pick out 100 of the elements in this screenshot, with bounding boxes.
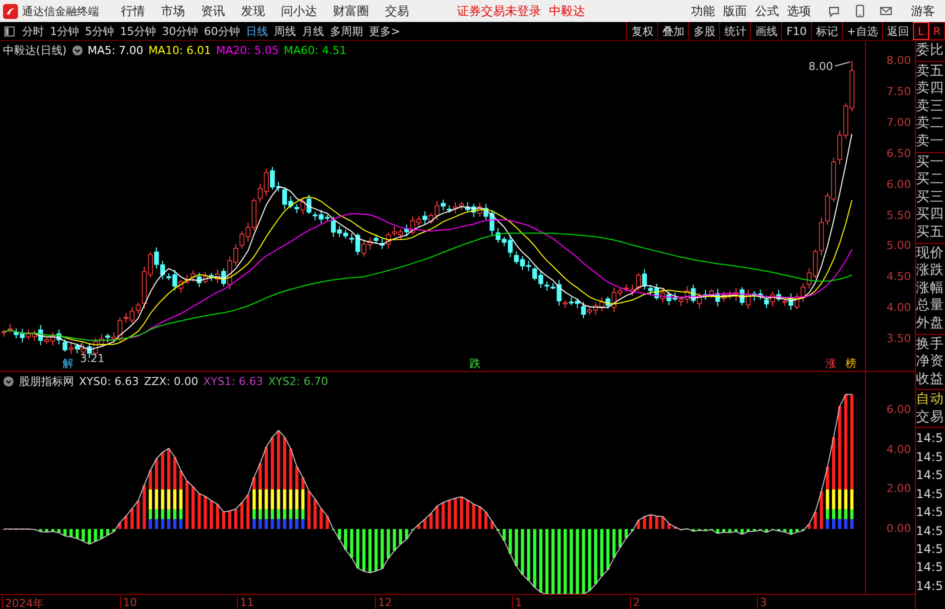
quote-field-label: 外盘 [916, 314, 945, 332]
ma-value: MA20: 5.05 [216, 44, 279, 57]
quote-field-label: 买三 [916, 188, 945, 206]
axis-label: 6.00 [886, 178, 911, 191]
axis-label: 5.50 [886, 208, 911, 222]
menu-item[interactable]: 财富圈 [325, 2, 377, 20]
axis-label: 4.50 [886, 270, 911, 284]
phone-icon[interactable] [853, 4, 867, 18]
trade-time: 14:5 [916, 448, 944, 466]
quote-field-label: 涨跌 [916, 262, 945, 280]
dropdown-icon[interactable] [3, 376, 14, 387]
indicator-value: XYS1: 6.63 [203, 375, 264, 388]
axis-label: 4.00 [886, 442, 911, 456]
period-tab[interactable]: 15分钟 [117, 24, 159, 38]
period-tab[interactable]: 5分钟 [82, 24, 117, 38]
quote-field-label: 买五 [916, 224, 945, 242]
axis-label: 8.00 [886, 54, 911, 67]
dropdown-icon[interactable] [72, 45, 83, 56]
quote-field-label: 委比 [916, 42, 945, 60]
quote-field-label: 卖二 [916, 115, 945, 133]
indicator-value: XYS0: 6.63 [79, 375, 139, 388]
high-price-callout: 8.00 [808, 60, 850, 73]
trade-time: 14:5 [916, 522, 944, 540]
indicator-value: ZZX: 0.00 [144, 375, 198, 388]
chat-icon[interactable] [827, 4, 841, 18]
quote-field-label: 涨幅 [916, 280, 945, 298]
date-label: 10 [120, 596, 137, 609]
login-status[interactable]: 证券交易未登录 [457, 2, 541, 20]
menu-item[interactable]: 行情 [113, 2, 153, 20]
period-tab[interactable]: 多周期 [327, 24, 366, 38]
app-name: 通达信金融终端 [22, 4, 99, 18]
indicator-name: 股朋指标网 [19, 374, 74, 389]
menu-item[interactable]: 市场 [153, 2, 193, 20]
date-label: 12 [375, 596, 392, 609]
trade-time: 14:5 [916, 578, 944, 595]
quote-field-label: 买二 [916, 171, 945, 189]
side-tab[interactable]: L [913, 22, 929, 40]
axis-label: 4.00 [886, 301, 911, 314]
date-label: 1 [512, 596, 522, 609]
signal-marker: 跌 [470, 357, 480, 370]
axis-label: 7.00 [886, 116, 911, 129]
chart-title: 中毅达(日线) [3, 43, 67, 58]
logo-icon [3, 4, 18, 18]
quote-field-label: 卖五 [916, 62, 945, 80]
period-tab[interactable]: 60分钟 [201, 24, 243, 38]
menu-item[interactable]: 版面 [719, 2, 751, 20]
quote-field-label: 收益 [916, 370, 945, 388]
trade-time: 14:5 [916, 559, 944, 576]
menu-item[interactable]: 选项 [783, 2, 815, 20]
date-label: 11 [237, 596, 254, 609]
menu-item[interactable]: 公式 [751, 2, 783, 20]
date-label: 2 [630, 596, 640, 609]
quote-field-label: 现价 [916, 244, 945, 262]
signal-marker: 解 [62, 357, 74, 370]
axis-label: 3.50 [886, 332, 911, 346]
quote-field-label: 卖一 [916, 132, 945, 151]
signal-marker: 涨 [826, 357, 836, 370]
axis-label: 7.50 [886, 84, 911, 98]
axis-label: 6.50 [886, 146, 911, 160]
menu-item[interactable]: 发现 [233, 2, 273, 20]
quote-field-label: 卖四 [916, 80, 945, 98]
user-label[interactable]: 游客 [911, 2, 935, 20]
axis-label: 0.00 [886, 522, 911, 535]
date-label: 3 [757, 596, 767, 609]
menu-item[interactable]: 交易 [377, 2, 417, 20]
axis-label: 6.00 [886, 403, 911, 416]
panel-toggle-icon[interactable] [4, 26, 15, 36]
quote-field-label: 卖三 [916, 98, 945, 116]
ma-value: MA10: 6.01 [148, 44, 212, 57]
menu-item[interactable]: 资讯 [193, 2, 233, 20]
trade-time: 14:5 [916, 504, 944, 522]
menu-item[interactable]: 问小达 [273, 2, 325, 20]
ma-value: MA60: 4.51 [284, 44, 346, 57]
axis-label: 2.00 [886, 482, 911, 496]
quote-field-label: 换手 [916, 336, 945, 354]
quote-field-label: 买四 [916, 206, 945, 224]
signal-marker: 榜 [846, 357, 856, 370]
quote-field-label: 总量 [916, 297, 945, 315]
period-tab[interactable]: 月线 [299, 24, 327, 38]
period-tab[interactable]: 日线 [243, 24, 271, 38]
quote-field-label: 净资 [916, 353, 945, 371]
menu-item[interactable]: 功能 [687, 2, 719, 20]
mail-icon[interactable] [879, 4, 893, 18]
trade-time: 14:5 [916, 540, 944, 558]
date-label: 2024年 [2, 596, 44, 609]
period-tab[interactable]: 周线 [271, 24, 299, 38]
trade-time: 14:5 [916, 430, 944, 448]
indicator-value: XYS2: 6.70 [268, 375, 328, 388]
stock-name: 中毅达 [549, 2, 585, 20]
period-tab[interactable]: 分时 [19, 24, 47, 38]
period-tab[interactable]: 更多> [366, 24, 404, 38]
quote-field-label: 买一 [916, 154, 945, 172]
trade-tab[interactable]: 交易 [916, 408, 945, 426]
period-tab[interactable]: 1分钟 [47, 24, 82, 38]
auto-trade-tab[interactable]: 自动 [916, 391, 945, 409]
period-tab[interactable]: 30分钟 [159, 24, 201, 38]
trade-time: 14:5 [916, 467, 944, 484]
ma-value: MA5: 7.00 [88, 44, 144, 57]
side-tab[interactable]: R [929, 22, 945, 40]
axis-label: 5.00 [886, 239, 911, 252]
